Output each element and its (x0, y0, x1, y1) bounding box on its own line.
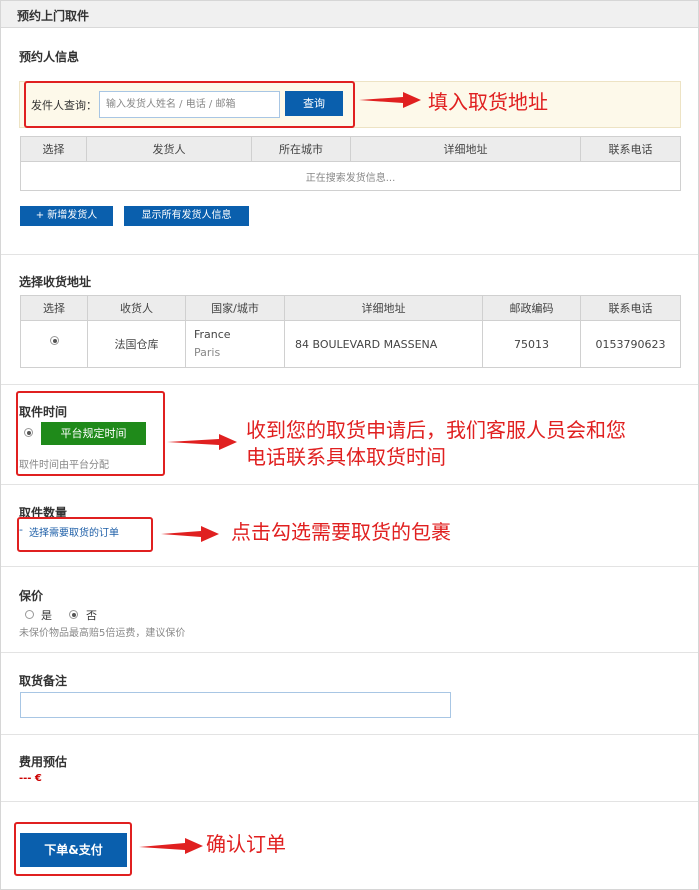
insurance-no-label: 否 (86, 609, 97, 622)
page-header: 预约上门取件 (1, 1, 698, 28)
table-row[interactable]: 法国仓库 France Paris 84 BOULEVARD MASSENA 7… (20, 320, 681, 368)
pickup-quantity-highlight (17, 517, 153, 552)
arrow-icon (359, 92, 421, 108)
annotation-fill-address: 填入取货地址 (428, 90, 548, 114)
divider (1, 384, 698, 385)
divider (1, 484, 698, 485)
sender-col-city: 所在城市 (251, 136, 351, 162)
add-sender-button[interactable]: + 新增发货人 (20, 206, 113, 226)
divider (1, 801, 698, 802)
cost-value: --- € (19, 773, 42, 784)
receiver-row-select-cell (20, 320, 88, 368)
receiver-table: 选择 收货人 国家/城市 详细地址 邮政编码 联系电话 法国仓库 France … (20, 295, 681, 368)
receiver-col-address: 详细地址 (284, 295, 483, 321)
divider (1, 566, 698, 567)
divider (1, 652, 698, 653)
sender-col-phone: 联系电话 (580, 136, 681, 162)
remark-input[interactable] (20, 692, 451, 718)
insurance-title: 保价 (19, 589, 44, 603)
show-all-senders-button[interactable]: 显示所有发货人信息 (124, 206, 249, 226)
page-title: 预约上门取件 (17, 9, 90, 23)
cost-title: 费用预估 (19, 755, 68, 769)
receiver-row-name: 法国仓库 (87, 320, 186, 368)
insurance-yes-label: 是 (41, 609, 52, 622)
receiver-col-name: 收货人 (87, 295, 186, 321)
divider (1, 734, 698, 735)
annotation-pickup-time-line1: 收到您的取货申请后，我们客服人员会和您 (246, 418, 626, 442)
sender-loading-text: 正在搜索发货信息... (20, 161, 681, 191)
remark-title: 取货备注 (19, 674, 68, 688)
divider (1, 254, 698, 255)
sender-search-highlight (24, 81, 355, 128)
receiver-row-city: Paris (194, 346, 221, 359)
sender-col-address: 详细地址 (350, 136, 581, 162)
arrow-icon (167, 434, 237, 450)
receiver-col-select: 选择 (20, 295, 88, 321)
sender-col-select: 选择 (20, 136, 87, 162)
sender-col-name: 发货人 (86, 136, 252, 162)
receiver-col-phone: 联系电话 (580, 295, 681, 321)
sender-table: 选择 发货人 所在城市 详细地址 联系电话 正在搜索发货信息... (20, 136, 681, 191)
arrow-icon (139, 838, 203, 854)
receiver-row-country: France (194, 328, 231, 341)
receiver-row-radio[interactable] (50, 336, 59, 345)
receiver-row-country-cell: France Paris (185, 320, 285, 368)
receiver-col-country: 国家/城市 (185, 295, 285, 321)
receiver-row-phone: 0153790623 (580, 320, 681, 368)
receiver-row-postcode: 75013 (482, 320, 581, 368)
insurance-yes-radio[interactable] (25, 610, 34, 619)
receiver-row-address: 84 BOULEVARD MASSENA (284, 320, 483, 368)
submit-highlight (14, 822, 132, 876)
pickup-time-highlight (16, 391, 165, 476)
receiver-col-postcode: 邮政编码 (482, 295, 581, 321)
insurance-hint: 未保价物品最高赔5倍运费，建议保价 (19, 628, 186, 639)
annotation-select-package: 点击勾选需要取货的包裹 (231, 520, 451, 544)
sender-section-title: 预约人信息 (19, 50, 80, 64)
insurance-no-radio[interactable] (69, 610, 78, 619)
annotation-confirm-order: 确认订单 (206, 832, 286, 856)
pickup-page: 预约上门取件 预约人信息 发件人查询： 查询 选择 发货人 所在城市 详细地址 … (0, 0, 699, 890)
arrow-icon (161, 526, 219, 542)
receiver-section-title: 选择收货地址 (19, 275, 92, 289)
annotation-pickup-time-line2: 电话联系具体取货时间 (246, 445, 446, 469)
